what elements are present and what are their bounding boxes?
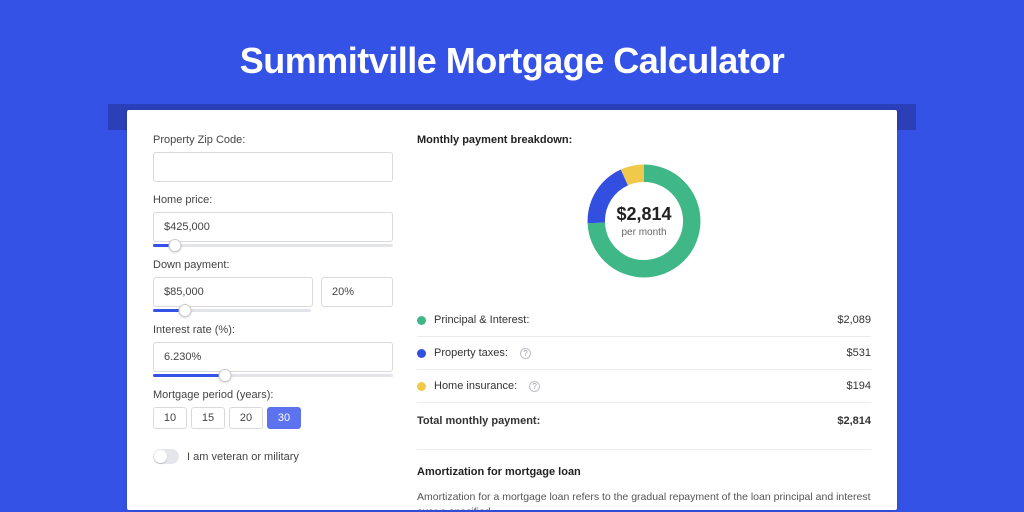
- interest-slider-thumb[interactable]: [219, 369, 232, 382]
- veteran-label: I am veteran or military: [187, 451, 299, 463]
- legend-row: Principal & Interest: $2,089: [417, 304, 871, 336]
- breakdown-title: Monthly payment breakdown:: [417, 134, 871, 146]
- donut-amount: $2,814: [616, 204, 671, 225]
- zip-label: Property Zip Code:: [153, 134, 393, 146]
- home-price-slider-thumb[interactable]: [168, 239, 181, 252]
- donut-chart-wrap: $2,814 per month: [417, 158, 871, 284]
- period-button-10[interactable]: 10: [153, 407, 187, 429]
- legend: Principal & Interest: $2,089 Property taxe…: [417, 304, 871, 402]
- amortization-section: Amortization for mortgage loan Amortizat…: [417, 449, 871, 510]
- interest-label: Interest rate (%):: [153, 324, 393, 336]
- home-price-slider[interactable]: [153, 244, 393, 247]
- veteran-toggle-knob: [154, 450, 167, 463]
- period-label: Mortgage period (years):: [153, 389, 393, 401]
- donut-sub: per month: [621, 227, 666, 238]
- interest-group: Interest rate (%):: [153, 324, 393, 377]
- veteran-row: I am veteran or military: [153, 449, 393, 464]
- legend-value: $194: [847, 380, 871, 392]
- down-payment-slider[interactable]: [153, 309, 311, 312]
- calculator-card: Property Zip Code: Home price: Down paym…: [127, 110, 897, 510]
- down-payment-slider-thumb[interactable]: [178, 304, 191, 317]
- legend-total-row: Total monthly payment: $2,814: [417, 402, 871, 437]
- amortization-title: Amortization for mortgage loan: [417, 466, 871, 478]
- legend-total-label: Total monthly payment:: [417, 415, 540, 427]
- period-group: Mortgage period (years): 10152030: [153, 389, 393, 429]
- interest-input[interactable]: [153, 342, 393, 372]
- legend-label: Principal & Interest:: [434, 314, 529, 326]
- period-button-30[interactable]: 30: [267, 407, 301, 429]
- legend-label: Home insurance:: [434, 380, 517, 392]
- home-price-label: Home price:: [153, 194, 393, 206]
- donut-center: $2,814 per month: [581, 158, 707, 284]
- page-title: Summitville Mortgage Calculator: [0, 40, 1024, 82]
- down-payment-pct-input[interactable]: [321, 277, 393, 307]
- form-column: Property Zip Code: Home price: Down paym…: [153, 134, 393, 510]
- period-buttons: 10152030: [153, 407, 393, 429]
- zip-input[interactable]: [153, 152, 393, 182]
- home-price-input[interactable]: [153, 212, 393, 242]
- down-payment-input[interactable]: [153, 277, 313, 307]
- period-button-15[interactable]: 15: [191, 407, 225, 429]
- interest-slider-fill: [153, 374, 225, 377]
- period-button-20[interactable]: 20: [229, 407, 263, 429]
- interest-slider[interactable]: [153, 374, 393, 377]
- legend-row: Property taxes:? $531: [417, 337, 871, 369]
- down-payment-label: Down payment:: [153, 259, 393, 271]
- info-icon[interactable]: ?: [529, 381, 540, 392]
- legend-dot-icon: [417, 349, 426, 358]
- legend-total-value: $2,814: [837, 415, 871, 427]
- legend-value: $531: [847, 347, 871, 359]
- legend-row: Home insurance:? $194: [417, 370, 871, 402]
- donut-chart: $2,814 per month: [581, 158, 707, 284]
- amortization-body: Amortization for a mortgage loan refers …: [417, 490, 871, 510]
- legend-label: Property taxes:: [434, 347, 508, 359]
- legend-value: $2,089: [837, 314, 871, 326]
- info-icon[interactable]: ?: [520, 348, 531, 359]
- breakdown-column: Monthly payment breakdown: $2,814 per mo…: [417, 134, 871, 510]
- home-price-group: Home price:: [153, 194, 393, 247]
- legend-dot-icon: [417, 382, 426, 391]
- veteran-toggle[interactable]: [153, 449, 179, 464]
- down-payment-group: Down payment:: [153, 259, 393, 312]
- zip-group: Property Zip Code:: [153, 134, 393, 182]
- legend-dot-icon: [417, 316, 426, 325]
